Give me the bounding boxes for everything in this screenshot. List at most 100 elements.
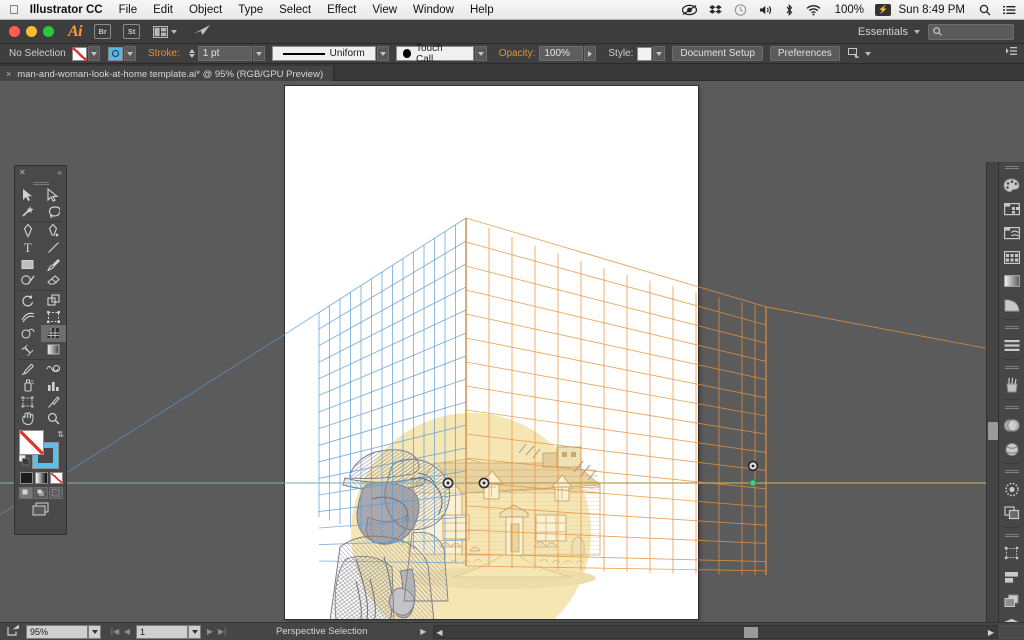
battery-percent[interactable]: 100% — [827, 4, 872, 16]
none-swatch-button[interactable] — [50, 472, 63, 484]
align-to-dropdown[interactable] — [847, 48, 871, 59]
dock-group-grip[interactable] — [999, 322, 1024, 333]
window-controls[interactable] — [0, 26, 54, 37]
dock-grip[interactable] — [999, 162, 1024, 173]
graphic-styles-icon[interactable] — [999, 477, 1024, 501]
align-panel-icon[interactable] — [999, 333, 1024, 357]
swap-fill-stroke-icon[interactable]: ⇅ — [57, 430, 64, 439]
menu-app-name[interactable]: Illustrator CC — [30, 0, 111, 20]
direct-selection-tool[interactable] — [41, 187, 67, 204]
width-tool[interactable] — [15, 309, 41, 326]
menu-select[interactable]: Select — [271, 0, 319, 20]
draw-normal-mode[interactable] — [18, 487, 33, 499]
eraser-tool[interactable] — [41, 273, 67, 290]
opacity-field[interactable]: 100% — [539, 46, 584, 61]
shaper-tool[interactable] — [15, 273, 41, 290]
blend-tool[interactable] — [41, 361, 67, 378]
fill-dropdown[interactable] — [88, 46, 100, 61]
workspace-switcher[interactable]: Essentials — [858, 26, 920, 38]
brush-definition-dropdown[interactable] — [474, 46, 487, 61]
search-input[interactable] — [928, 23, 1014, 40]
stroke-label[interactable]: Stroke: — [144, 48, 184, 59]
slice-tool[interactable] — [41, 394, 67, 411]
shape-builder-tool[interactable] — [15, 325, 41, 342]
swatches-panel-icon[interactable] — [999, 197, 1024, 221]
volume-icon[interactable] — [753, 0, 779, 20]
dock-group-grip-5[interactable] — [999, 530, 1024, 541]
rectangle-tool[interactable] — [15, 256, 41, 273]
type-tool[interactable]: T — [15, 240, 41, 257]
stroke-weight-stepper[interactable] — [188, 49, 195, 58]
artboard-number-field[interactable]: 1 — [136, 624, 188, 639]
symbols-panel-icon[interactable] — [999, 245, 1024, 269]
stroke-dropdown[interactable] — [124, 46, 136, 61]
apple-icon[interactable]:  — [0, 3, 30, 16]
stroke-weight-field[interactable]: 1 pt — [197, 46, 252, 61]
graphic-style-dropdown[interactable] — [653, 46, 666, 61]
menu-effect[interactable]: Effect — [319, 0, 364, 20]
menu-file[interactable]: File — [111, 0, 146, 20]
transform-panel-icon[interactable] — [999, 541, 1024, 565]
last-artboard-button[interactable]: ▶| — [216, 627, 228, 636]
stock-button[interactable]: St — [123, 24, 141, 39]
menu-type[interactable]: Type — [230, 0, 271, 20]
zoom-level-dropdown[interactable] — [88, 624, 101, 639]
stroke-profile-combo[interactable]: Uniform — [271, 46, 376, 61]
lasso-tool[interactable] — [41, 204, 67, 221]
tools-panel-header[interactable]: ✕ « — [15, 166, 66, 179]
stroke-swatch[interactable] — [108, 46, 123, 61]
share-on-behance-icon[interactable] — [193, 23, 211, 41]
artboard-tool[interactable] — [15, 394, 41, 411]
close-icon[interactable]: × — [6, 69, 11, 79]
eyedropper-tool[interactable] — [15, 361, 41, 378]
vertical-scrollbar[interactable] — [986, 162, 998, 640]
artboard[interactable] — [285, 86, 698, 619]
dock-group-grip-3[interactable] — [999, 402, 1024, 413]
notification-center-icon[interactable] — [997, 0, 1024, 20]
next-artboard-button[interactable]: ▶ — [204, 627, 216, 636]
vertical-scroll-thumb[interactable] — [988, 422, 998, 440]
panel-grip[interactable] — [15, 179, 66, 187]
menu-help[interactable]: Help — [462, 0, 502, 20]
artboards-panel-icon[interactable] — [999, 501, 1024, 525]
draw-behind-mode[interactable] — [33, 487, 48, 499]
brush-libraries-icon[interactable] — [999, 373, 1024, 397]
creative-cloud-icon[interactable] — [676, 0, 703, 20]
bluetooth-icon[interactable] — [779, 0, 800, 20]
collapse-icon[interactable]: « — [58, 168, 62, 177]
fill-swatch[interactable] — [72, 46, 87, 61]
dock-group-grip-4[interactable] — [999, 466, 1024, 477]
resize-grip[interactable] — [998, 624, 1024, 639]
preferences-button[interactable]: Preferences — [769, 46, 840, 61]
dock-group-grip-2[interactable] — [999, 362, 1024, 373]
first-artboard-button[interactable]: |◀ — [109, 627, 121, 636]
timemachine-icon[interactable] — [728, 0, 753, 20]
dropbox-icon[interactable] — [703, 0, 728, 20]
scale-tool[interactable] — [41, 292, 67, 309]
fill-color-swatch[interactable] — [19, 430, 44, 455]
maximize-window-button[interactable] — [43, 26, 54, 37]
bridge-button[interactable]: Br — [94, 24, 112, 39]
menu-window[interactable]: Window — [405, 0, 462, 20]
zoom-level-field[interactable]: 95% — [26, 624, 88, 639]
spotlight-search-icon[interactable] — [973, 0, 997, 20]
opacity-label[interactable]: Opacity: — [495, 48, 540, 59]
horizontal-scrollbar[interactable]: ◀ ▶ — [433, 624, 998, 639]
brush-definition-combo[interactable]: Touch Call... — [395, 43, 474, 65]
arrange-documents-button[interactable] — [153, 25, 178, 38]
graphic-style-swatch[interactable] — [637, 46, 653, 61]
free-transform-tool[interactable] — [41, 309, 67, 326]
close-window-button[interactable] — [9, 26, 20, 37]
document-setup-button[interactable]: Document Setup — [672, 46, 763, 61]
paintbrush-tool[interactable] — [41, 256, 67, 273]
symbol-sprayer-tool[interactable] — [15, 378, 41, 395]
panel-options-menu[interactable] — [1006, 47, 1024, 60]
close-icon[interactable]: ✕ — [19, 168, 26, 177]
canvas-area[interactable] — [0, 81, 998, 622]
perspective-grid-tool[interactable] — [40, 325, 66, 342]
color-panel-icon[interactable] — [999, 173, 1024, 197]
stroke-panel-icon[interactable] — [999, 293, 1024, 317]
change-screen-mode-button[interactable] — [15, 502, 66, 516]
mesh-tool[interactable] — [15, 342, 41, 359]
gradient-swatch-button[interactable] — [35, 472, 48, 484]
